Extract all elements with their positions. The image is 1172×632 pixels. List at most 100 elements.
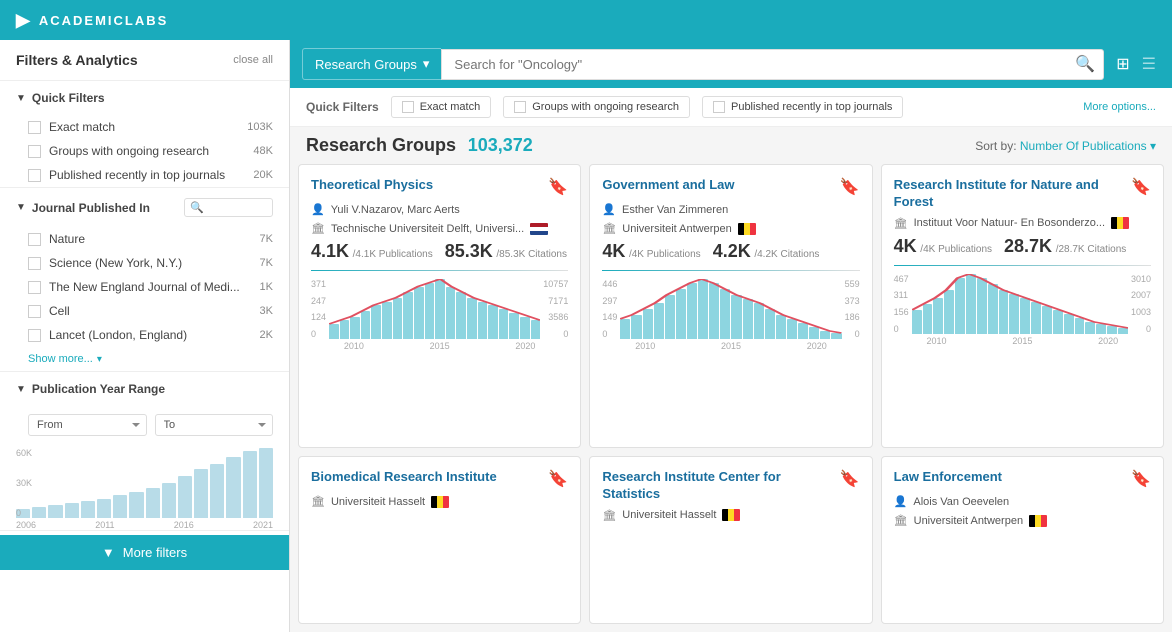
mini-chart-wrap: 3712471240 10757717135860 201020152020 — [311, 279, 568, 351]
card-author: 👤 Esther Van Zimmeren — [602, 203, 859, 216]
nature-checkbox[interactable] — [28, 233, 41, 246]
card-bar — [912, 310, 922, 334]
card-bar — [776, 315, 786, 339]
card-bar — [631, 315, 641, 339]
pub-count: 4K — [894, 236, 917, 256]
stat-divider — [602, 270, 859, 271]
top-journals-checkbox[interactable] — [28, 169, 41, 182]
search-input[interactable] — [450, 50, 1075, 79]
year-bar — [210, 464, 224, 518]
year-range-toggle-icon: ▼ — [16, 384, 26, 395]
journal-lancet: Lancet (London, England) 2K — [0, 323, 289, 347]
bookmark-icon[interactable]: 🔖 — [1131, 469, 1151, 489]
logo-icon: ▶ — [16, 10, 31, 31]
institute-icon: 🏛 — [311, 222, 325, 235]
nejm-count: 1K — [260, 281, 273, 293]
qf-chip-exact[interactable]: Exact match — [391, 96, 492, 118]
cell-checkbox[interactable] — [28, 305, 41, 318]
bookmark-icon[interactable]: 🔖 — [548, 469, 568, 489]
quick-filters-label: Quick Filters — [32, 91, 105, 105]
card-bar — [731, 295, 741, 339]
card-bar — [1075, 318, 1085, 334]
sort-value[interactable]: Number Of Publications — [1020, 139, 1147, 153]
main-content: Research Groups ▾ 🔍 ⊞ ☰ Quick Filters Ex… — [290, 40, 1172, 632]
bookmark-icon[interactable]: 🔖 — [840, 177, 860, 197]
card-bar — [743, 299, 753, 339]
filter-exact-match: Exact match 103K — [0, 115, 289, 139]
bookmark-icon[interactable]: 🔖 — [548, 177, 568, 197]
year-range-controls: From To — [0, 406, 289, 444]
pub-count: 4.1K — [311, 241, 349, 261]
belgium-flag — [722, 509, 740, 521]
card-bar — [765, 309, 775, 339]
close-all-link[interactable]: close all — [233, 54, 273, 66]
year-bar — [97, 499, 111, 518]
qf-chip-published[interactable]: Published recently in top journals — [702, 96, 903, 118]
institute-name: Technische Universiteit Delft, Universi.… — [331, 223, 524, 235]
year-from-select[interactable]: From — [28, 414, 147, 436]
year-range-header[interactable]: ▼ Publication Year Range — [0, 372, 289, 406]
qf-ongoing-checkbox[interactable] — [514, 101, 526, 113]
exact-match-checkbox[interactable] — [28, 121, 41, 134]
bookmark-icon[interactable]: 🔖 — [1131, 177, 1151, 197]
bookmark-icon[interactable]: 🔖 — [840, 469, 860, 489]
card-title[interactable]: Research Institute for Nature and Forest — [894, 177, 1131, 211]
pub-sub: /4.1K Publications — [353, 249, 433, 260]
search-magnifier-icon[interactable]: 🔍 — [1075, 54, 1095, 74]
card-title[interactable]: Government and Law — [602, 177, 839, 194]
card-bar — [1085, 322, 1095, 334]
card-bar — [467, 298, 477, 339]
grid-view-button[interactable]: ⊞ — [1112, 50, 1133, 78]
top-journals-count: 20K — [253, 169, 273, 181]
qf-chip-ongoing[interactable]: Groups with ongoing research — [503, 96, 690, 118]
sort-label: Sort by: — [975, 139, 1016, 153]
journal-nejm: The New England Journal of Medi... 1K — [0, 275, 289, 299]
year-chart-bars — [16, 448, 273, 518]
mini-chart-wrap: 4673111560 3010200710030 201020152020 — [894, 274, 1151, 346]
qf-exact-checkbox[interactable] — [402, 101, 414, 113]
card-bar — [709, 283, 719, 339]
card-title[interactable]: Theoretical Physics — [311, 177, 548, 194]
journal-search-wrap: 🔍 — [184, 198, 273, 217]
nejm-checkbox[interactable] — [28, 281, 41, 294]
result-card: Government and Law 🔖 👤 Esther Van Zimmer… — [589, 164, 872, 448]
card-bar — [933, 298, 943, 334]
card-bar — [1053, 310, 1063, 334]
journal-label: Journal Published In — [32, 201, 150, 215]
quick-filters-header[interactable]: ▼ Quick Filters — [0, 81, 289, 115]
main-layout: Filters & Analytics close all ▼ Quick Fi… — [0, 40, 1172, 632]
institute-icon: 🏛 — [894, 217, 908, 230]
list-view-button[interactable]: ☰ — [1138, 50, 1160, 78]
search-category-dropdown[interactable]: Research Groups ▾ — [302, 48, 441, 80]
lancet-checkbox[interactable] — [28, 329, 41, 342]
card-bar — [329, 324, 339, 339]
card-bar — [923, 304, 933, 334]
lancet-count: 2K — [260, 329, 273, 341]
card-institute: 🏛 Technische Universiteit Delft, Univers… — [311, 222, 568, 235]
qf-published-checkbox[interactable] — [713, 101, 725, 113]
card-bar — [425, 283, 435, 339]
year-range-label: Publication Year Range — [32, 382, 165, 396]
year-range-section: ▼ Publication Year Range From To 2006 20… — [0, 372, 289, 531]
card-title[interactable]: Research Institute Center for Statistics — [602, 469, 839, 503]
card-title[interactable]: Biomedical Research Institute — [311, 469, 548, 486]
year-to-select[interactable]: To — [155, 414, 274, 436]
ongoing-research-checkbox[interactable] — [28, 145, 41, 158]
search-category-arrow: ▾ — [423, 56, 430, 72]
year-bar — [243, 451, 257, 518]
card-title[interactable]: Law Enforcement — [894, 469, 1131, 486]
journal-search-input[interactable] — [207, 202, 267, 214]
card-header: Law Enforcement 🔖 — [894, 469, 1151, 489]
mini-chart: 4462971490 5593731860 — [602, 279, 859, 339]
show-more-journals[interactable]: Show more... ▾ — [0, 347, 289, 371]
card-bar — [955, 278, 965, 334]
more-options-link[interactable]: More options... — [1083, 101, 1156, 113]
science-checkbox[interactable] — [28, 257, 41, 270]
pub-count: 4K — [602, 241, 625, 261]
card-bar — [531, 320, 541, 339]
journal-section-header[interactable]: ▼ Journal Published In 🔍 — [0, 188, 289, 227]
result-card: Research Institute for Nature and Forest… — [881, 164, 1164, 448]
mini-chart: 3712471240 10757717135860 — [311, 279, 568, 339]
year-bar — [194, 469, 208, 518]
more-filters-button[interactable]: ▼ More filters — [0, 535, 289, 570]
